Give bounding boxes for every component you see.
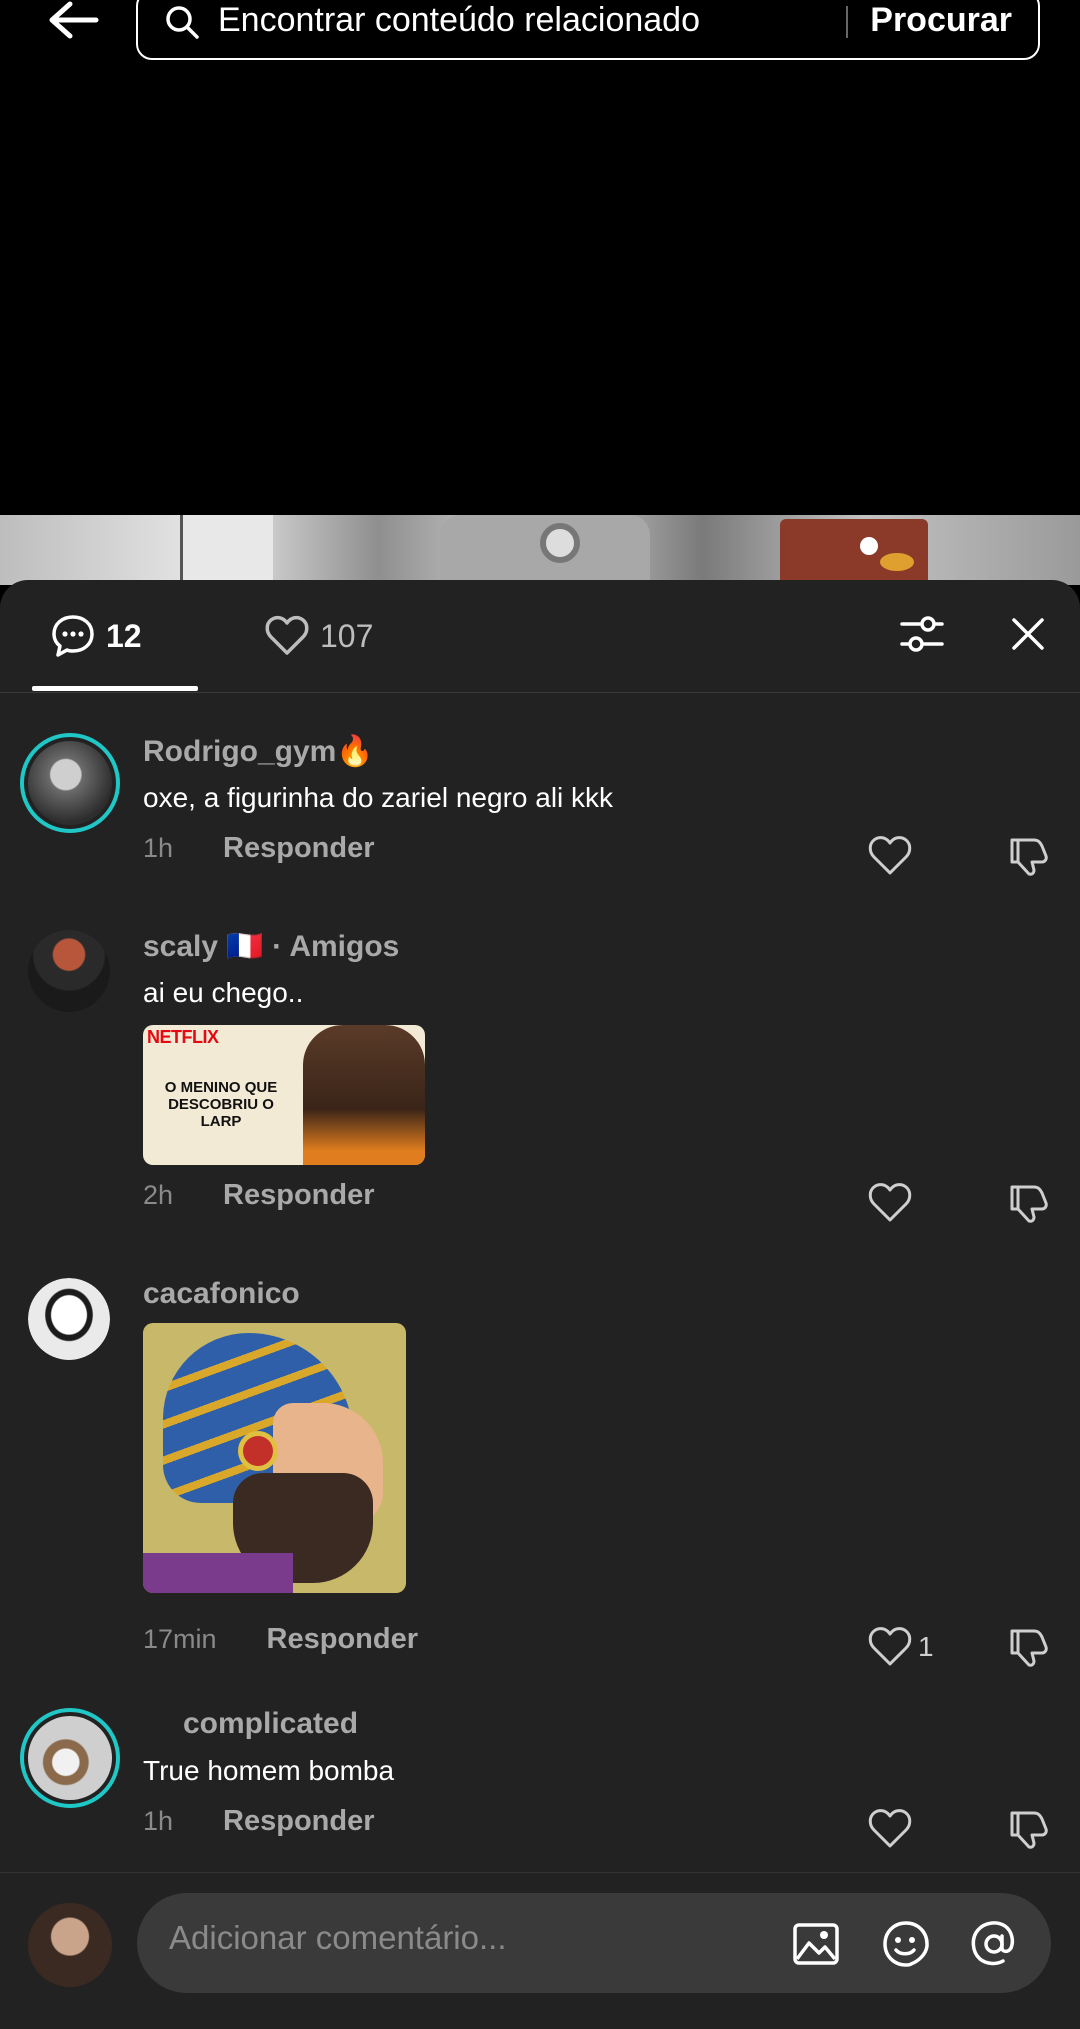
thumbs-down-icon[interactable] — [1006, 834, 1050, 878]
comment-item: Rodrigo_gym🔥 oxe, a figurinha do zariel … — [0, 730, 1080, 880]
comment-username[interactable]: scaly 🇫🇷 · Amigos — [143, 929, 399, 964]
image-icon[interactable] — [791, 1919, 841, 1969]
thumbs-down-icon[interactable] — [1006, 1181, 1050, 1225]
like-count: 1 — [918, 1631, 934, 1662]
like-button[interactable] — [868, 1807, 914, 1851]
flag-emoji: 🇫🇷 — [226, 930, 264, 963]
heart-outline-icon — [868, 836, 912, 875]
comment-text: oxe, a figurinha do zariel negro ali kkk — [143, 782, 614, 813]
heart-outline-icon — [868, 1627, 912, 1666]
sticker-beak — [880, 553, 914, 571]
search-divider — [846, 6, 848, 38]
search-field[interactable]: Encontrar conteúdo relacionado Procurar — [136, 0, 1040, 60]
comments-tabs: 12 107 — [0, 580, 1080, 693]
reply-button[interactable]: Responder — [223, 832, 374, 865]
comment-meta: 17min Responder — [143, 1623, 418, 1656]
comment-username[interactable]: Rodrigo_gym🔥 — [143, 734, 374, 769]
comment-time: 1h — [143, 1806, 174, 1836]
like-button[interactable] — [868, 1181, 914, 1225]
image-robe — [143, 1553, 293, 1593]
comment-image[interactable] — [143, 1323, 406, 1593]
video-preview[interactable] — [0, 515, 1080, 585]
image-title: O MENINO QUE DESCOBRIU O LARP — [164, 1079, 278, 1130]
comment-bubble-icon — [52, 615, 94, 657]
friend-tag: · Amigos — [272, 930, 400, 963]
comment-time: 17min — [143, 1624, 217, 1654]
thumbs-down-icon[interactable] — [1006, 1625, 1050, 1669]
reply-button[interactable]: Responder — [223, 1179, 374, 1212]
image-person — [303, 1025, 425, 1165]
comment-item: cacafonico 17min Responder 1 — [0, 1273, 1080, 1673]
comment-text: True homem bomba — [143, 1755, 395, 1786]
video-detail — [540, 523, 580, 563]
heart-outline-icon — [868, 1809, 912, 1848]
sliders-icon[interactable] — [898, 610, 946, 658]
avatar[interactable] — [20, 1708, 120, 1808]
heart-icon — [265, 615, 309, 655]
comment-item: complicated True homem bomba 1h Responde… — [0, 1703, 1080, 1863]
video-sticker — [780, 519, 928, 585]
comment-username[interactable]: cacafonico — [143, 1277, 300, 1311]
comments-count: 12 — [106, 617, 142, 654]
comment-meta: 2h Responder — [143, 1179, 375, 1212]
thumbs-down-icon[interactable] — [1006, 1807, 1050, 1851]
comment-item: scaly 🇫🇷 · Amigos ai eu chego.. NETFLIX … — [0, 925, 1080, 1225]
back-arrow-icon[interactable] — [44, 0, 104, 44]
search-placeholder: Encontrar conteúdo relacionado — [218, 1, 700, 39]
image-emblem — [238, 1431, 278, 1471]
comment-meta: 1h Responder — [143, 1805, 375, 1838]
top-search-bar: Encontrar conteúdo relacionado Procurar — [0, 0, 1080, 90]
comment-username[interactable]: complicated — [183, 1707, 358, 1741]
my-avatar[interactable] — [28, 1903, 112, 1987]
close-icon[interactable] — [1006, 612, 1050, 656]
likes-count: 107 — [320, 617, 374, 654]
heart-outline-icon — [868, 1183, 912, 1222]
like-button[interactable] — [868, 834, 914, 878]
like-button[interactable]: 1 — [868, 1625, 938, 1669]
sticker-icon[interactable] — [881, 1919, 931, 1969]
comment-input[interactable]: Adicionar comentário... — [137, 1893, 1051, 1993]
search-button[interactable]: Procurar — [870, 0, 1012, 44]
comment-text: ai eu chego.. — [143, 977, 304, 1008]
active-tab-indicator — [32, 686, 198, 691]
at-icon[interactable] — [969, 1919, 1019, 1969]
comment-composer: Adicionar comentário... — [0, 1872, 1080, 2029]
comment-input-placeholder: Adicionar comentário... — [169, 1919, 507, 1956]
avatar[interactable] — [28, 1278, 110, 1360]
tab-comments[interactable]: 12 — [50, 610, 142, 662]
search-icon — [166, 6, 199, 39]
netflix-logo: NETFLIX — [147, 1027, 219, 1047]
comment-time: 1h — [143, 833, 174, 863]
reply-button[interactable]: Responder — [223, 1805, 374, 1838]
comment-image[interactable]: NETFLIX O MENINO QUE DESCOBRIU O LARP — [143, 1025, 425, 1165]
avatar[interactable] — [20, 733, 120, 833]
sticker-eye — [860, 537, 878, 555]
tab-likes[interactable]: 107 — [264, 610, 373, 662]
avatar[interactable] — [28, 930, 110, 1012]
comment-time: 2h — [143, 1180, 174, 1210]
video-detail — [180, 515, 273, 585]
comments-panel: 12 107 Rodrigo_gym🔥 oxe, a figurinha do … — [0, 580, 1080, 2028]
reply-button[interactable]: Responder — [267, 1623, 418, 1656]
fire-emoji: 🔥 — [336, 735, 374, 768]
comment-meta: 1h Responder — [143, 832, 375, 865]
